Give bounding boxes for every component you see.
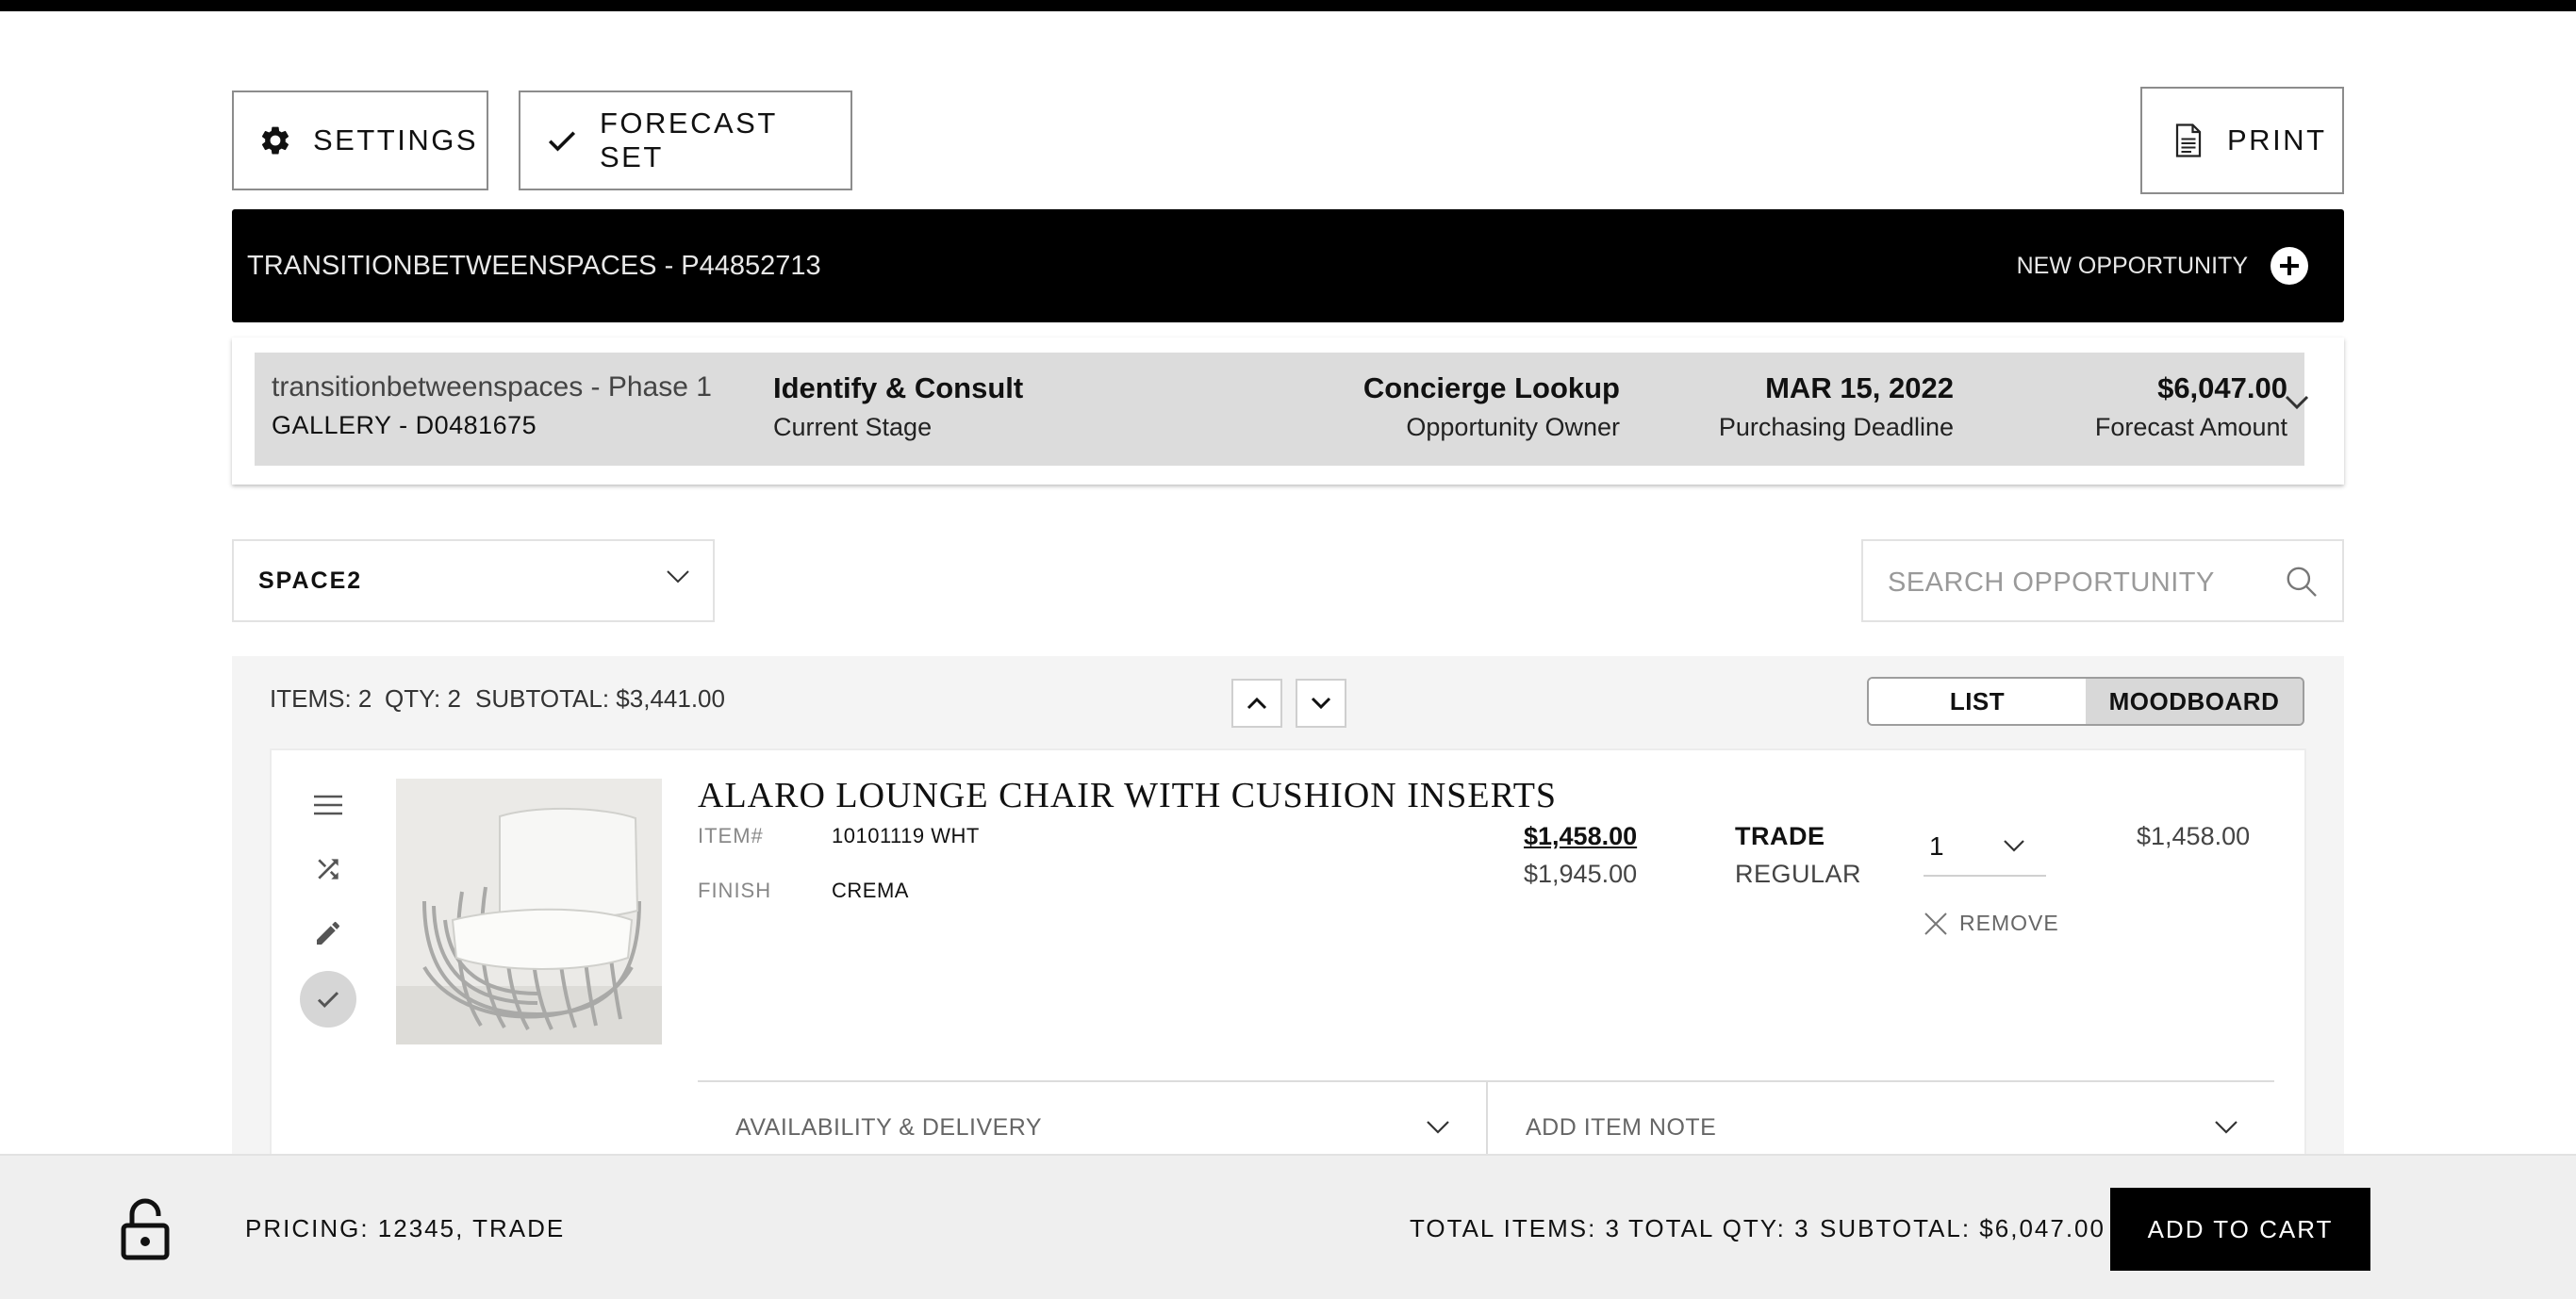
edit-item-button[interactable] [300,905,356,962]
check-icon [548,131,576,152]
chevron-down-icon [2004,840,2024,852]
item-number-value: 10101119 WHT [832,824,980,847]
opportunity-details-card: transitionbetweenspaces - Phase 1 GALLER… [232,337,2344,485]
chevron-down-icon[interactable] [1426,1120,1450,1135]
moodboard-view-tab[interactable]: MOODBOARD [2086,679,2303,724]
new-opportunity-label: NEW OPPORTUNITY [2016,252,2248,279]
purchasing-deadline-label: Purchasing Deadline [1718,413,1954,441]
quantity-value: 1 [1929,831,1944,861]
check-circle-icon [317,992,339,1008]
space-subtotal: SUBTOTAL: $3,441.00 [475,684,725,713]
view-toggle: LIST MOODBOARD [1867,677,2304,726]
settings-label: SETTINGS [313,123,479,156]
product-image[interactable] [396,779,662,1044]
chevron-down-icon[interactable] [2284,394,2310,411]
shuffle-icon [318,859,339,880]
gallery-id: GALLERY - D0481675 [272,411,537,439]
forecast-set-label: FORECAST SET [600,107,778,173]
opportunity-summary: transitionbetweenspaces - Phase 1 GALLER… [255,353,2304,466]
chevron-down-icon [667,570,689,584]
phase-name: transitionbetweenspaces - Phase 1 [272,371,712,403]
qty-count: QTY: 2 [385,684,461,713]
regular-price-label: REGULAR [1735,860,1862,888]
trade-price-label: TRADE [1735,822,1825,850]
chevron-down-icon [1311,697,1331,710]
opportunity-title: TRANSITIONBETWEENSPACES - P44852713 [247,251,821,281]
search-opportunity-field [1861,539,2344,622]
forecast-set-button[interactable]: FORECAST SET [519,90,852,190]
gear-icon [261,126,289,155]
search-input[interactable] [1888,564,2265,601]
unlock-icon[interactable] [119,1197,172,1261]
current-stage-value: Identify & Consult [773,371,1024,404]
scroll-up-button[interactable] [1231,679,1282,728]
lounge-chair-image [396,779,662,1044]
settings-button[interactable]: SETTINGS [232,90,488,190]
total-qty: TOTAL QTY: 3 [1628,1214,1810,1242]
pencil-icon [317,921,340,945]
list-view-tab[interactable]: LIST [1869,679,2086,724]
finish-label: FINISH [698,879,772,902]
space-select-value: SPACE2 [258,567,363,594]
print-label: PRINT [2227,123,2327,156]
add-to-cart-button[interactable]: ADD TO CART [2110,1188,2370,1271]
chevron-up-icon [1247,697,1267,710]
scroll-down-button[interactable] [1296,679,1346,728]
close-icon [1924,912,1947,935]
quantity-select[interactable]: 1 [1924,818,2046,877]
document-icon [2175,123,2202,157]
regular-price: $1,945.00 [1524,860,1638,888]
move-item-button[interactable] [300,841,356,897]
purchasing-deadline-value: MAR 15, 2022 [1765,371,1954,404]
space-select[interactable]: SPACE2 [232,539,715,622]
trade-price[interactable]: $1,458.00 [1524,822,1637,851]
cart-footer: PRICING: 12345, TRADE TOTAL ITEMS: 3 TOT… [0,1154,2576,1299]
forecast-amount-value: $6,047.00 [2157,371,2287,404]
availability-delivery-toggle[interactable]: AVAILABILITY & DELIVERY [735,1114,1042,1142]
finish-value: CREMA [832,879,909,902]
cart-subtotal: SUBTOTAL: $6,047.00 [1820,1214,2105,1242]
forecast-amount-label: Forecast Amount [2094,413,2287,441]
chevron-down-icon[interactable] [2214,1120,2238,1135]
product-title[interactable]: ALARO LOUNGE CHAIR WITH CUSHION INSERTS [698,775,1557,816]
pricing-info: PRICING: 12345, TRADE [245,1214,566,1242]
opportunity-owner-label: Opportunity Owner [1406,413,1620,441]
new-opportunity-button[interactable]: NEW OPPORTUNITY [2017,247,2308,285]
add-item-note-toggle[interactable]: ADD ITEM NOTE [1526,1114,1716,1142]
plus-circle-icon [2271,247,2308,285]
total-items: TOTAL ITEMS: 3 [1410,1214,1622,1242]
current-stage-label: Current Stage [773,413,933,441]
opportunity-owner-value: Concierge Lookup [1362,371,1620,404]
item-number-label: ITEM# [698,824,764,847]
print-button[interactable]: PRINT [2140,87,2344,194]
line-total: $1,458.00 [2137,822,2251,850]
hamburger-icon [314,795,342,815]
remove-label: REMOVE [1959,911,2059,935]
approve-item-button[interactable] [300,971,356,1028]
items-count: ITEMS: 2 [270,684,372,713]
remove-item-button[interactable]: REMOVE [1924,911,2059,936]
search-icon[interactable] [2284,564,2320,600]
drag-handle[interactable] [300,777,356,833]
top-bar [0,0,2576,11]
opportunity-banner: TRANSITIONBETWEENSPACES - P44852713 NEW … [232,209,2344,322]
